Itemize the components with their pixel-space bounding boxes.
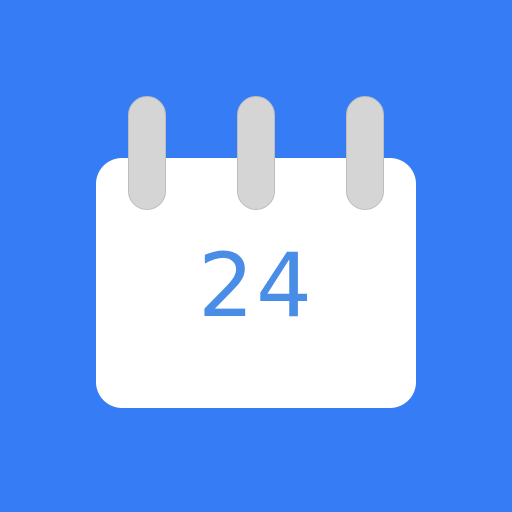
- binder-ring-middle: [237, 96, 275, 210]
- binder-ring-right: [346, 96, 384, 210]
- calendar-app-icon[interactable]: 24: [0, 0, 512, 512]
- binder-ring-left: [128, 96, 166, 210]
- calendar-day-number: 24: [198, 234, 314, 337]
